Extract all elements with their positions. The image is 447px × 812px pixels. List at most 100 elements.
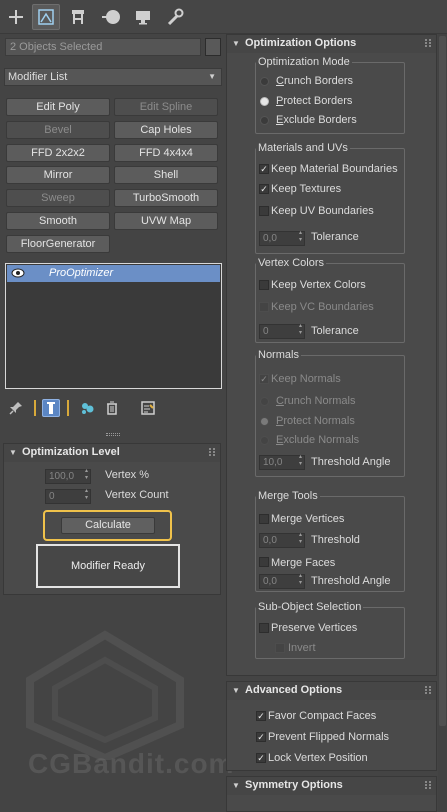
make-unique-icon[interactable] bbox=[79, 399, 97, 417]
optimization-level-header[interactable]: ▼ Optimization Level bbox=[4, 444, 220, 462]
drag-handle-icon[interactable] bbox=[425, 39, 431, 47]
merge-faces-label: Merge Faces bbox=[271, 557, 336, 569]
protect-normals-label: Protect Normals bbox=[276, 415, 355, 427]
ffd-2x2x2-button[interactable]: FFD 2x2x2 bbox=[6, 144, 110, 162]
vertex-percent-spinner[interactable]: 100,0 bbox=[45, 468, 91, 484]
chevron-down-icon: ▼ bbox=[208, 72, 216, 81]
keep-material-checkbox[interactable]: ✓ bbox=[259, 164, 269, 174]
merge-vertices-checkbox[interactable] bbox=[259, 514, 269, 524]
drag-handle-icon[interactable] bbox=[209, 448, 215, 456]
crunch-normals-label: Crunch Normals bbox=[276, 395, 356, 407]
keep-normals-checkbox[interactable]: ✓ bbox=[259, 374, 269, 384]
merge-angle-spinner[interactable]: 0,0 bbox=[259, 573, 305, 589]
preserve-vertices-label: Preserve Vertices bbox=[271, 622, 358, 634]
keep-vc-boundaries-checkbox[interactable] bbox=[259, 302, 269, 312]
keep-vertex-colors-checkbox[interactable] bbox=[259, 280, 269, 290]
group-title: Optimization Mode bbox=[256, 56, 352, 68]
lock-vertex-checkbox[interactable]: ✓ bbox=[256, 753, 266, 763]
collapse-triangle-icon: ▼ bbox=[232, 39, 240, 48]
drag-handle-icon[interactable] bbox=[425, 686, 431, 694]
stack-item[interactable]: ProOptimizer bbox=[7, 265, 220, 282]
vertex-percent-label: Vertex % bbox=[105, 469, 150, 481]
modify-icon bbox=[38, 9, 54, 25]
rollout-title: Advanced Options bbox=[245, 684, 343, 696]
tab-create[interactable] bbox=[2, 4, 30, 30]
calculate-button[interactable]: Calculate bbox=[61, 517, 155, 534]
bevel-button[interactable]: Bevel bbox=[6, 121, 110, 139]
symmetry-options-rollout: ▼ Symmetry Options bbox=[226, 776, 437, 812]
sweep-button[interactable]: Sweep bbox=[6, 189, 110, 207]
drag-handle-icon[interactable] bbox=[425, 781, 431, 789]
ffd-4x4x4-button[interactable]: FFD 4x4x4 bbox=[114, 144, 218, 162]
modifier-list-dropdown[interactable]: Modifier List ▼ bbox=[4, 68, 222, 86]
collapse-triangle-icon: ▼ bbox=[232, 686, 240, 695]
smooth-button[interactable]: Smooth bbox=[6, 212, 110, 230]
watermark-text: CGBandit.com bbox=[28, 748, 235, 779]
scrollbar-thumb[interactable] bbox=[439, 36, 446, 726]
keep-uv-checkbox[interactable] bbox=[259, 206, 269, 216]
stack-item-label: ProOptimizer bbox=[49, 267, 114, 279]
rollout-title: Optimization Level bbox=[22, 446, 120, 458]
uvw-map-button[interactable]: UVW Map bbox=[114, 212, 218, 230]
crunch-borders-radio[interactable] bbox=[260, 77, 269, 86]
separator bbox=[67, 400, 69, 416]
protect-borders-label: Protect Borders bbox=[276, 95, 353, 107]
preserve-vertices-checkbox[interactable] bbox=[259, 623, 269, 633]
merge-vertices-label: Merge Vertices bbox=[271, 513, 345, 525]
tab-hierarchy[interactable] bbox=[64, 4, 92, 30]
uv-tolerance-label: Tolerance bbox=[311, 231, 359, 243]
mirror-button[interactable]: Mirror bbox=[6, 166, 110, 184]
object-selection-field[interactable]: 2 Objects Selected bbox=[5, 38, 201, 56]
panel-splitter-grip[interactable] bbox=[106, 433, 120, 436]
exclude-normals-label: Exclude Normals bbox=[276, 434, 360, 446]
tab-display[interactable] bbox=[129, 4, 157, 30]
tab-motion[interactable] bbox=[97, 4, 125, 30]
keep-textures-checkbox[interactable]: ✓ bbox=[259, 184, 269, 194]
merge-angle-label: Threshold Angle bbox=[311, 575, 391, 587]
collapse-triangle-icon: ▼ bbox=[9, 448, 17, 457]
shell-button[interactable]: Shell bbox=[114, 166, 218, 184]
invert-checkbox[interactable] bbox=[275, 643, 285, 653]
normals-threshold-spinner[interactable]: 10,0 bbox=[259, 454, 305, 470]
group-title: Sub-Object Selection bbox=[256, 601, 364, 613]
prevent-flipped-checkbox[interactable]: ✓ bbox=[256, 732, 266, 742]
vc-tolerance-spinner[interactable]: 0 bbox=[259, 323, 305, 339]
tab-utilities[interactable] bbox=[161, 4, 189, 30]
pin-stack-icon[interactable] bbox=[7, 399, 25, 417]
edit-poly-button[interactable]: Edit Poly bbox=[6, 98, 110, 116]
protect-normals-radio[interactable] bbox=[260, 417, 269, 426]
edit-spline-button[interactable]: Edit Spline bbox=[114, 98, 218, 116]
turbosmooth-button[interactable]: TurboSmooth bbox=[114, 189, 218, 207]
symmetry-options-header[interactable]: ▼ Symmetry Options bbox=[227, 777, 436, 795]
lock-vertex-label: Lock Vertex Position bbox=[268, 752, 368, 764]
display-icon bbox=[136, 11, 150, 25]
configure-modifier-sets-icon[interactable] bbox=[139, 399, 157, 417]
advanced-options-header[interactable]: ▼ Advanced Options bbox=[227, 682, 436, 700]
panel-scrollbar[interactable] bbox=[438, 34, 447, 812]
normals-threshold-label: Threshold Angle bbox=[311, 456, 391, 468]
vertex-count-spinner[interactable]: 0 bbox=[45, 488, 91, 504]
trash-icon[interactable] bbox=[103, 399, 121, 417]
floorgenerator-button[interactable]: FloorGenerator bbox=[6, 235, 110, 253]
keep-textures-label: Keep Textures bbox=[271, 183, 342, 195]
protect-borders-radio[interactable] bbox=[260, 97, 269, 106]
keep-vertex-colors-label: Keep Vertex Colors bbox=[271, 279, 366, 291]
crunch-normals-radio[interactable] bbox=[260, 397, 269, 406]
merge-threshold-spinner[interactable]: 0,0 bbox=[259, 532, 305, 548]
object-color-swatch[interactable] bbox=[205, 38, 221, 56]
modifier-stack[interactable]: ProOptimizer bbox=[5, 263, 222, 389]
favor-compact-checkbox[interactable]: ✓ bbox=[256, 711, 266, 721]
optimization-options-header[interactable]: ▼ Optimization Options bbox=[227, 35, 436, 53]
exclude-borders-radio[interactable] bbox=[260, 116, 269, 125]
merge-faces-checkbox[interactable] bbox=[259, 557, 269, 567]
group-title: Merge Tools bbox=[256, 490, 320, 502]
status-readout: Modifier Ready bbox=[36, 544, 180, 588]
keep-material-label: Keep Material Boundaries bbox=[271, 163, 398, 175]
tab-modify[interactable] bbox=[32, 4, 60, 30]
cap-holes-button[interactable]: Cap Holes bbox=[114, 121, 218, 139]
show-end-result-icon[interactable] bbox=[42, 399, 60, 417]
group-title: Vertex Colors bbox=[256, 257, 327, 269]
uv-tolerance-spinner[interactable]: 0,0 bbox=[259, 230, 305, 246]
eye-icon[interactable] bbox=[11, 268, 25, 278]
exclude-normals-radio[interactable] bbox=[260, 436, 269, 445]
